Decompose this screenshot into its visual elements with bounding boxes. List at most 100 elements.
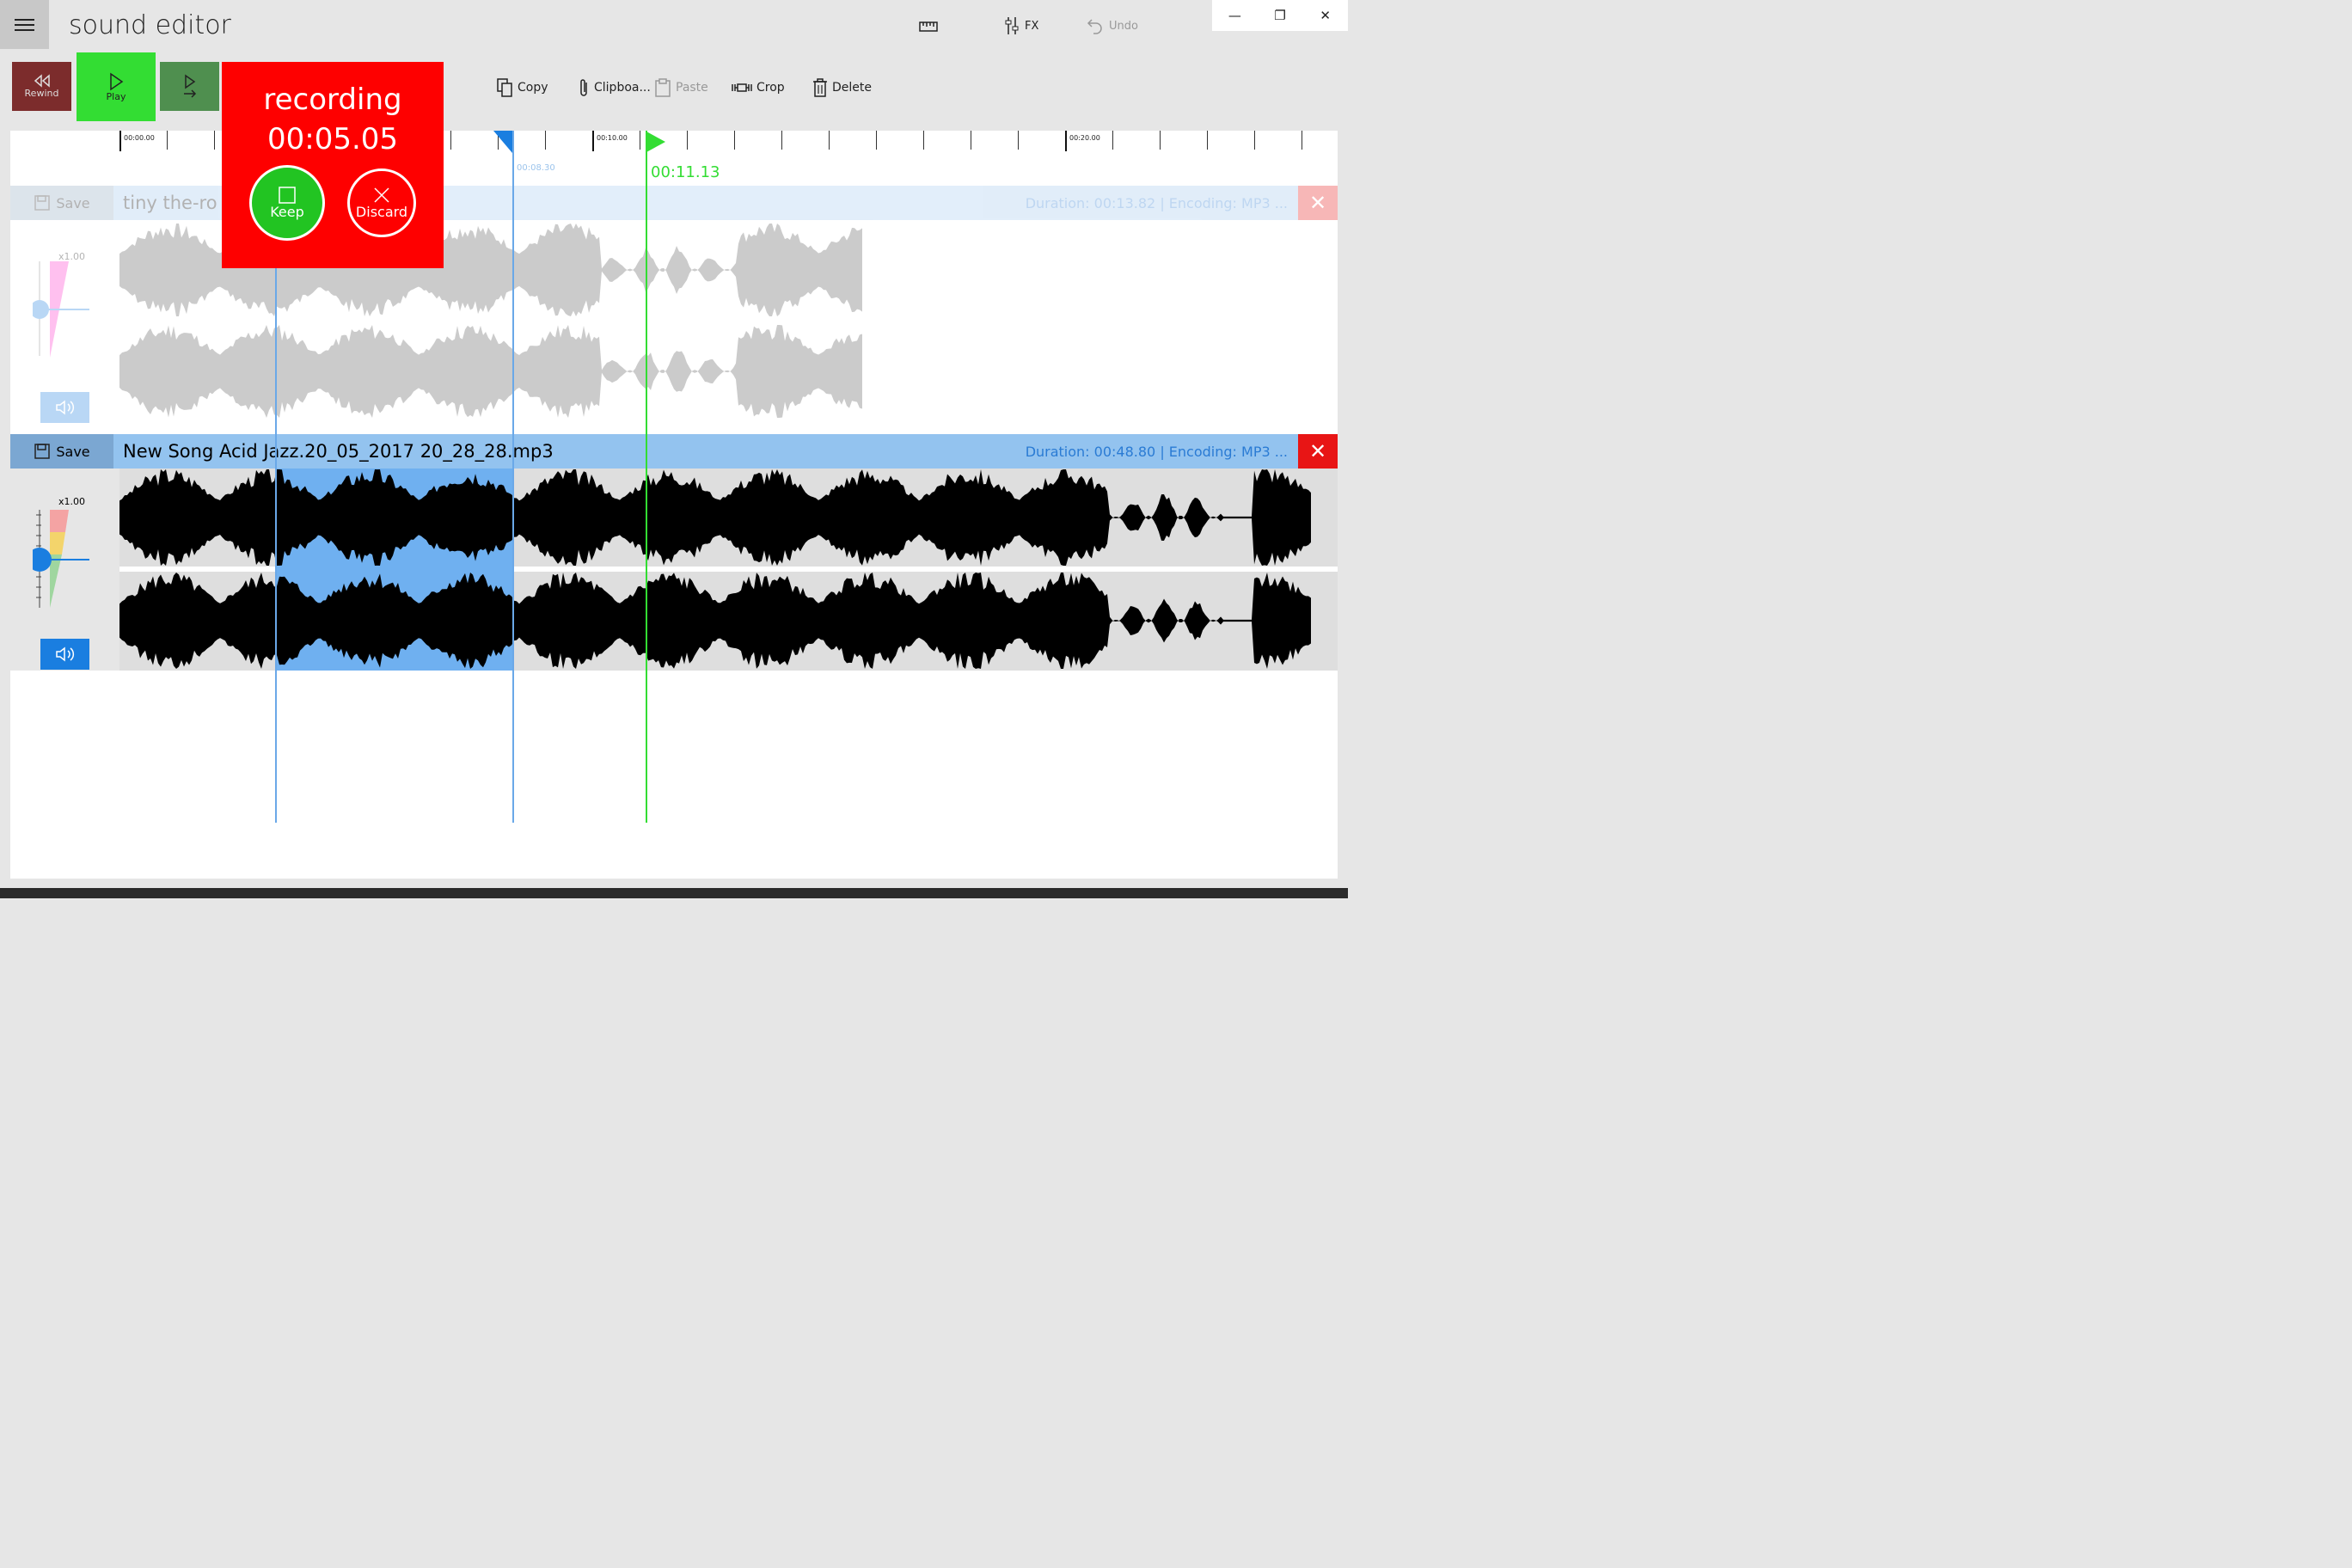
ruler-tick — [592, 131, 594, 151]
floppy-disk-icon — [34, 444, 51, 459]
fx-button[interactable]: FX — [1004, 12, 1038, 40]
ruler-tick — [167, 131, 168, 150]
play-from-cursor-button[interactable] — [160, 62, 219, 111]
track-2-duration-label: Duration: — [1025, 444, 1090, 460]
ruler-tick — [545, 131, 546, 150]
ruler-tick — [1160, 131, 1161, 150]
taskbar-strip — [0, 888, 1348, 898]
track-2-name: New Song Acid Jazz.20_05_2017 20_28_28.m… — [123, 441, 554, 462]
paperclip-icon — [580, 79, 587, 96]
ruler-tick — [1065, 131, 1067, 151]
track-2-encoding-label: Encoding: — [1168, 444, 1237, 460]
rewind-button[interactable]: Rewind — [12, 62, 71, 111]
track-1-close-button[interactable]: ✕ — [1298, 186, 1338, 220]
track-1-name: tiny the-ro — [123, 193, 217, 213]
trash-icon — [813, 78, 827, 97]
track-2-save-button[interactable]: Save — [10, 434, 113, 469]
ruler-tick — [876, 131, 877, 150]
undo-label: Undo — [1109, 19, 1138, 33]
paste-icon — [655, 78, 671, 97]
play-to-cursor-icon — [183, 74, 196, 98]
paste-button[interactable]: Paste — [654, 76, 708, 100]
playhead-line[interactable] — [646, 131, 647, 823]
undo-button[interactable]: Undo — [1087, 12, 1138, 40]
ruler-tick-label: 00:00.00 — [124, 134, 155, 142]
play-label: Play — [106, 90, 126, 102]
ruler-tick — [214, 131, 215, 150]
play-button[interactable]: Play — [77, 52, 156, 121]
ruler-tick — [781, 131, 782, 150]
recording-panel: recording 00:05.05 Keep Discard — [222, 62, 444, 268]
track-2-save-label: Save — [56, 443, 90, 460]
track-2-volume-button[interactable] — [40, 639, 89, 670]
app-title: sound editor — [69, 10, 231, 40]
stop-square-icon — [279, 186, 296, 204]
paste-label: Paste — [676, 81, 708, 95]
track-2-close-button[interactable]: ✕ — [1298, 434, 1338, 469]
track-1[interactable]: Save tiny the-ro Duration: 00:13.82 | En… — [10, 186, 1338, 423]
keep-label: Keep — [270, 203, 304, 220]
track-1-save-button[interactable]: Save — [10, 186, 113, 220]
copy-label: Copy — [518, 81, 548, 95]
discard-label: Discard — [355, 203, 408, 220]
ruler-tick — [923, 131, 924, 150]
play-icon — [110, 72, 124, 90]
minimize-button[interactable]: — — [1212, 0, 1258, 31]
track-1-encoding-label: Encoding: — [1168, 195, 1237, 211]
recording-label: recording — [263, 83, 402, 117]
selection-end-time: 00:08.30 — [517, 163, 555, 173]
track-1-duration-label: Duration: — [1025, 195, 1090, 211]
restore-button[interactable]: ❐ — [1258, 0, 1303, 31]
speaker-icon — [55, 400, 74, 415]
close-window-button[interactable]: ✕ — [1302, 0, 1348, 31]
hamburger-menu-button[interactable] — [0, 0, 49, 49]
ruler-toggle-button[interactable] — [918, 12, 939, 40]
fx-sliders-icon — [1005, 17, 1019, 34]
track-1-info: Duration: 00:13.82 | Encoding: MP3 ... — [1025, 195, 1288, 211]
floppy-disk-icon — [34, 195, 51, 211]
track-2-info: Duration: 00:48.80 | Encoding: MP3 ... — [1025, 444, 1288, 460]
ruler-tick — [450, 131, 451, 150]
editor-workspace[interactable]: 00:00.00 00:10.00 00:20.00 Save tiny the-r… — [10, 131, 1338, 879]
ruler-tick — [1018, 131, 1019, 150]
ruler-tick — [687, 131, 688, 150]
selection-end-marker[interactable] — [492, 131, 518, 153]
copy-button[interactable]: Copy — [496, 76, 548, 100]
track-2-duration: 00:48.80 — [1093, 444, 1156, 460]
ruler-icon — [919, 21, 938, 32]
ruler-tick-label: 00:10.00 — [597, 134, 628, 142]
track-2-waveform[interactable] — [119, 469, 1338, 671]
track-2[interactable]: Save New Song Acid Jazz.20_05_2017 20_28… — [10, 434, 1338, 671]
track-1-speed-slider[interactable] — [33, 258, 93, 359]
track-1-encoding: MP3 ... — [1241, 195, 1288, 211]
ruler-tick — [1207, 131, 1208, 150]
crop-icon — [732, 83, 752, 92]
track-2-encoding: MP3 ... — [1241, 444, 1288, 460]
ruler-tick — [1112, 131, 1113, 150]
copy-icon — [497, 78, 512, 97]
playhead-marker[interactable] — [646, 131, 668, 153]
track-1-header: Save tiny the-ro Duration: 00:13.82 | En… — [10, 186, 1338, 220]
crop-button[interactable]: Crop — [732, 76, 785, 100]
delete-button[interactable]: Delete — [812, 76, 872, 100]
discard-button[interactable]: Discard — [347, 168, 416, 237]
clipboard-label: Clipboa... — [594, 81, 651, 95]
delete-label: Delete — [832, 81, 872, 95]
ruler-tick — [1254, 131, 1255, 150]
track-1-volume-button[interactable] — [40, 392, 89, 423]
ruler-tick-label: 00:20.00 — [1069, 134, 1100, 142]
ruler-tick — [829, 131, 830, 150]
track-2-header: Save New Song Acid Jazz.20_05_2017 20_28… — [10, 434, 1338, 469]
track-1-duration: 00:13.82 — [1093, 195, 1156, 211]
track-2-speed-slider[interactable] — [33, 506, 93, 611]
playhead-time: 00:11.13 — [651, 163, 720, 181]
ruler-tick — [734, 131, 735, 150]
rewind-label: Rewind — [24, 88, 59, 99]
clipboard-button[interactable]: Clipboa... — [578, 76, 651, 100]
recording-time: 00:05.05 — [266, 122, 399, 156]
selection-start-line[interactable] — [275, 260, 277, 823]
undo-icon — [1087, 19, 1102, 34]
close-icon — [374, 187, 389, 203]
selection-end-line[interactable] — [512, 131, 514, 823]
keep-button[interactable]: Keep — [249, 165, 325, 241]
